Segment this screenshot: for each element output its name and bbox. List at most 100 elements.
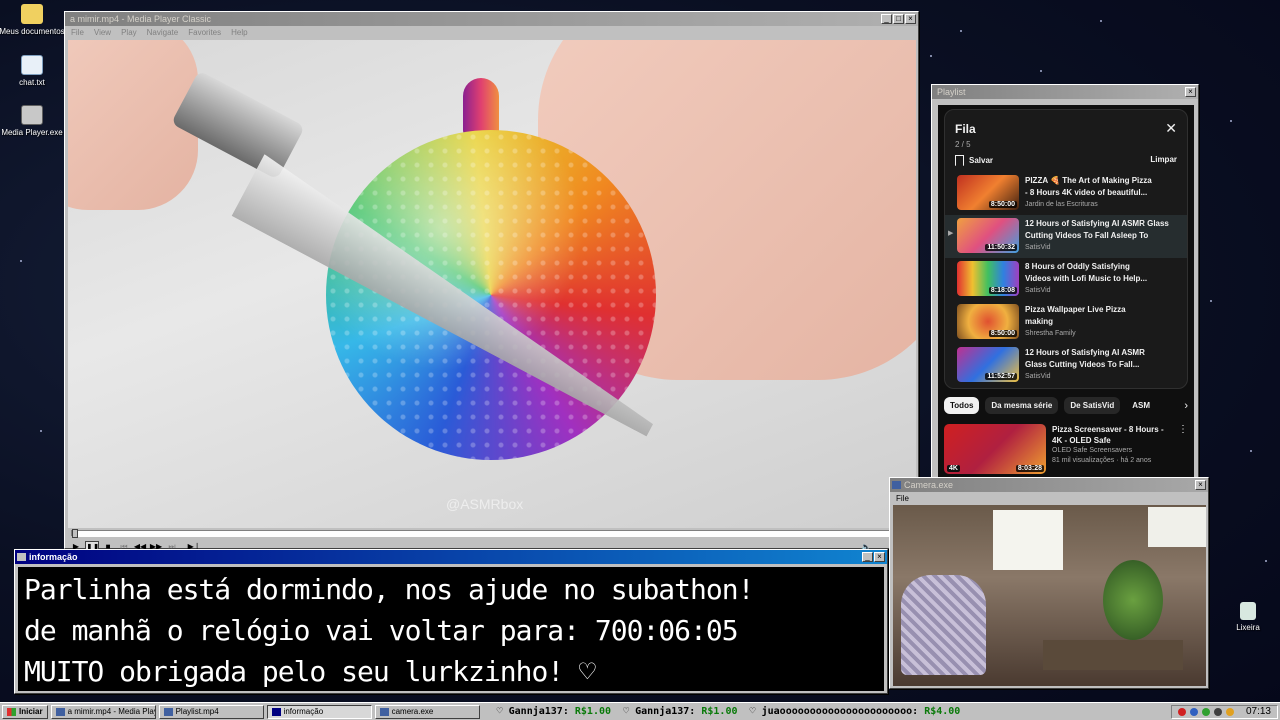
camera-feed <box>893 505 1206 686</box>
tray-shield-icon[interactable] <box>1201 707 1210 716</box>
desktop-icon-label: Lixeira <box>1236 623 1260 632</box>
video-glass-knob <box>463 78 499 138</box>
task-label: a mimir.mp4 - Media Playe... <box>67 707 155 716</box>
menu-play[interactable]: Play <box>121 28 137 37</box>
media-player-window[interactable]: a mimir.mp4 - Media Player Classic _ □ ×… <box>64 11 919 553</box>
close-button[interactable]: × <box>905 14 916 24</box>
taskbar: Iniciar a mimir.mp4 - Media Playe... Pla… <box>0 702 1280 720</box>
info-window[interactable]: informação _ × Parlinha está dormindo, n… <box>14 549 888 694</box>
bookmark-icon <box>955 155 964 166</box>
duration-badge: 11:52:57 <box>985 373 1017 380</box>
chip-from-satisvid[interactable]: De SatisVid <box>1064 397 1121 414</box>
queue-item[interactable]: 11:52:57 12 Hours of Satisfying AI ASMR … <box>945 344 1187 387</box>
duration-badge: 8:03:28 <box>1015 465 1044 472</box>
info-titlebar[interactable]: informação _ × <box>15 550 887 564</box>
chip-asmr[interactable]: ASM <box>1126 397 1150 414</box>
clock[interactable]: 07:13 <box>1246 706 1271 717</box>
duration-badge: 8:50:00 <box>988 330 1017 337</box>
task-informacao[interactable]: informação <box>266 704 372 719</box>
menu-file[interactable]: File <box>71 28 84 37</box>
task-playlist[interactable]: Playlist.mp4 <box>158 704 264 719</box>
info-line: de manhã o relógio vai voltar para: 700:… <box>24 614 739 647</box>
queue-item-channel: SatisVid <box>1025 373 1051 380</box>
media-player-titlebar[interactable]: a mimir.mp4 - Media Player Classic _ □ × <box>65 12 918 26</box>
queue-item-current[interactable]: ▶ 11:50:32 12 Hours of Satisfying AI ASM… <box>945 215 1187 258</box>
close-button[interactable]: × <box>874 552 885 562</box>
video-thumbnail: 11:50:32 <box>957 218 1019 253</box>
seek-bar[interactable] <box>71 529 913 538</box>
window-title: Camera.exe <box>904 480 954 490</box>
queue-item-title-line2: Cutting Videos To Fall Asleep To <box>1025 231 1149 240</box>
duration-badge: 11:50:32 <box>985 244 1017 251</box>
ticker-user: Gannja137: <box>635 706 696 717</box>
desktop-icon-media-player[interactable]: Media Player.exe <box>0 105 67 137</box>
youtube-panel: Fila ✕ 2 / 5 Salvar Limpar 8:50:00 PIZZA… <box>938 105 1194 477</box>
window-title: a mimir.mp4 - Media Player Classic <box>70 14 212 24</box>
task-media-player[interactable]: a mimir.mp4 - Media Playe... <box>50 704 156 719</box>
seek-thumb[interactable] <box>72 529 78 538</box>
recommended-video[interactable]: 4K 8:03:28 Pizza Screensaver - 8 Hours -… <box>938 414 1194 474</box>
desktop-icon-my-documents[interactable]: Meus documentos <box>0 4 67 36</box>
video-watermark: @ASMRbox <box>446 496 524 512</box>
camera-titlebar[interactable]: Camera.exe × <box>890 478 1208 492</box>
video-frame[interactable]: @ASMRbox <box>68 40 916 528</box>
queue-item[interactable]: 8:18:08 8 Hours of Oddly Satisfying Vide… <box>945 258 1187 301</box>
queue-item[interactable]: 8:50:00 PIZZA 🍕 The Art of Making Pizza … <box>945 172 1187 215</box>
queue-item-title-line2: - 8 Hours 4K video of beautiful... <box>1025 188 1148 197</box>
tray-volume-icon[interactable] <box>1213 707 1222 716</box>
desktop-icon-chat-txt[interactable]: chat.txt <box>0 55 67 87</box>
system-tray: 07:13 <box>1170 704 1278 719</box>
queue-item-title: 12 Hours of Satisfying AI ASMR <box>1025 348 1145 357</box>
start-label: Iniciar <box>19 707 43 716</box>
video-thumbnail: 4K 8:03:28 <box>944 424 1046 474</box>
window-title: Playlist <box>937 87 966 97</box>
minimize-button[interactable]: _ <box>881 14 892 24</box>
folder-icon <box>21 4 43 24</box>
maximize-button[interactable]: □ <box>893 14 904 24</box>
save-button[interactable]: Salvar <box>955 155 993 166</box>
desktop-icon-label: chat.txt <box>19 78 45 87</box>
playlist-window[interactable]: Playlist × Fila ✕ 2 / 5 Salvar Limpar 8:… <box>931 84 1199 480</box>
queue-item[interactable]: 8:50:00 Pizza Wallpaper Live Pizza makin… <box>945 301 1187 344</box>
queue-item-title-line2: Videos with Lofi Music to Help... <box>1025 274 1148 283</box>
chevron-right-icon[interactable]: › <box>1184 400 1188 412</box>
menu-file[interactable]: File <box>896 494 909 503</box>
close-button[interactable]: × <box>1195 480 1206 490</box>
camera-menubar: File <box>890 492 1208 504</box>
desktop-icon-recycle-bin[interactable]: Lixeira <box>1213 602 1280 632</box>
camera-window[interactable]: Camera.exe × File <box>889 477 1209 689</box>
media-player-menubar: File View Play Navigate Favorites Help <box>65 26 918 38</box>
task-label: informação <box>283 707 324 716</box>
more-options-icon[interactable]: ⋮ <box>1178 424 1188 474</box>
ticker-user: juaoooooooooooooooooooooo: <box>761 706 919 717</box>
task-label: Playlist.mp4 <box>175 707 219 716</box>
chip-all[interactable]: Todos <box>944 397 980 414</box>
tray-app-icon[interactable] <box>1225 707 1234 716</box>
recommended-channel: OLED Safe Screensavers <box>1052 447 1133 454</box>
queue-panel: Fila ✕ 2 / 5 Salvar Limpar 8:50:00 PIZZA… <box>944 109 1188 389</box>
clear-button[interactable]: Limpar <box>1150 155 1177 166</box>
save-label: Salvar <box>969 156 994 165</box>
desktop-icon-label: Media Player.exe <box>1 128 63 137</box>
chip-same-series[interactable]: Da mesma série <box>985 397 1059 414</box>
video-thumbnail: 11:52:57 <box>957 347 1019 382</box>
menu-favorites[interactable]: Favorites <box>188 28 221 37</box>
quality-badge: 4K <box>947 465 960 472</box>
camera-icon <box>379 707 389 716</box>
duration-badge: 8:18:08 <box>988 287 1017 294</box>
playlist-titlebar[interactable]: Playlist × <box>932 85 1198 99</box>
menu-view[interactable]: View <box>94 28 111 37</box>
start-button[interactable]: Iniciar <box>2 704 48 719</box>
donation-ticker: ♡ Gannja137: R$1.00 ♡ Gannja137: R$1.00 … <box>483 706 1168 717</box>
close-button[interactable]: × <box>1185 87 1196 97</box>
tray-record-icon[interactable] <box>1177 707 1186 716</box>
media-player-icon <box>55 707 65 716</box>
minimize-button[interactable]: _ <box>862 552 873 562</box>
task-camera[interactable]: camera.exe <box>374 704 480 719</box>
queue-item-title: 8 Hours of Oddly Satisfying <box>1025 262 1130 271</box>
tray-network-icon[interactable] <box>1189 707 1198 716</box>
ticker-amount: R$4.00 <box>924 706 961 717</box>
close-icon[interactable]: ✕ <box>1165 120 1177 137</box>
menu-navigate[interactable]: Navigate <box>147 28 179 37</box>
menu-help[interactable]: Help <box>231 28 247 37</box>
